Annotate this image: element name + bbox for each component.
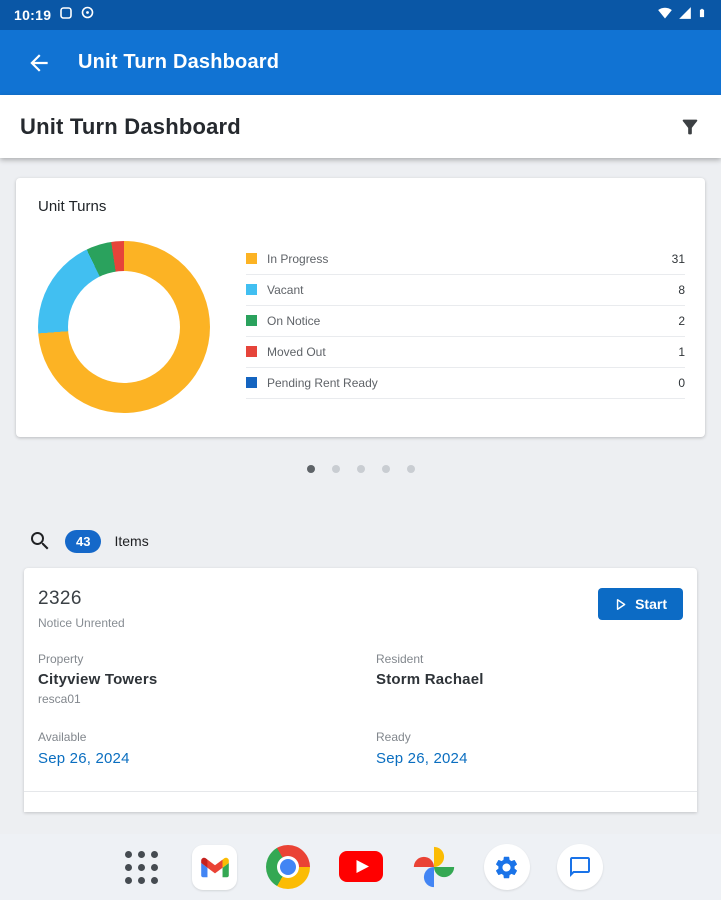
legend-value: 8: [678, 282, 685, 297]
property-field: Property Cityview Towers resca01: [38, 652, 376, 706]
dock: [0, 834, 721, 900]
carousel-dot[interactable]: [306, 465, 315, 473]
donut-chart-wrap: [38, 241, 210, 413]
unit-status: Notice Unrented: [38, 616, 125, 630]
available-date-link[interactable]: Sep 26, 2024: [38, 750, 376, 767]
carousel-dot[interactable]: [381, 465, 390, 473]
start-button[interactable]: Start: [598, 588, 683, 620]
messages-icon[interactable]: [556, 844, 603, 890]
back-arrow-icon[interactable]: [26, 50, 52, 76]
carousel-dots: [0, 465, 721, 473]
page-title: Unit Turn Dashboard: [20, 113, 241, 139]
app-bar: Unit Turn Dashboard: [0, 30, 721, 95]
items-count-badge: 43: [65, 529, 102, 553]
filter-icon[interactable]: [679, 116, 701, 138]
content-area: Unit Turns In Progress 31 Vacant 8 On Notice…: [0, 158, 721, 812]
status-bar: 10:19: [0, 0, 721, 30]
legend-label: Moved Out: [267, 344, 326, 359]
carousel-dot[interactable]: [406, 465, 415, 473]
signal-icon: [678, 6, 692, 25]
property-label: Property: [38, 652, 84, 666]
carousel-dot[interactable]: [356, 465, 365, 473]
legend-row: Moved Out 1: [246, 337, 685, 368]
page-header: Unit Turn Dashboard: [0, 95, 721, 158]
chrome-icon[interactable]: [265, 844, 311, 890]
notification-square-icon: [60, 6, 73, 24]
property-code: resca01: [38, 692, 81, 706]
property-value: Cityview Towers: [38, 671, 158, 688]
wifi-icon: [657, 6, 673, 25]
unit-turns-chart-card: Unit Turns In Progress 31 Vacant 8 On Notice…: [16, 178, 705, 437]
legend-label: Vacant: [267, 282, 304, 297]
legend-label: Pending Rent Ready: [267, 375, 378, 390]
legend-row: Vacant 8: [246, 275, 685, 306]
legend-swatch: [246, 346, 257, 357]
items-label: Items: [114, 533, 149, 549]
gmail-icon[interactable]: [192, 844, 238, 890]
legend-value: 31: [671, 251, 685, 266]
ready-field: Ready Sep 26, 2024: [376, 730, 683, 767]
legend-row: On Notice 2: [246, 306, 685, 337]
notification-circle-icon: [81, 6, 94, 24]
clock: 10:19: [14, 7, 52, 23]
search-icon[interactable]: [28, 529, 52, 553]
app-bar-title: Unit Turn Dashboard: [78, 51, 280, 73]
ready-label: Ready: [376, 730, 411, 744]
ready-date-link[interactable]: Sep 26, 2024: [376, 750, 683, 767]
resident-label: Resident: [376, 652, 424, 666]
legend-row: Pending Rent Ready 0: [246, 368, 685, 399]
legend-value: 1: [678, 344, 685, 359]
donut-hole: [68, 271, 180, 383]
legend-swatch: [246, 253, 257, 264]
legend-swatch: [246, 284, 257, 295]
carousel-dot[interactable]: [331, 465, 340, 473]
legend-value: 0: [678, 375, 685, 390]
resident-value: Storm Rachael: [376, 671, 484, 688]
apps-grid-icon[interactable]: [119, 844, 165, 890]
chart-legend: In Progress 31 Vacant 8 On Notice 2 Moved Out 1…: [246, 244, 685, 399]
legend-value: 2: [678, 313, 685, 328]
google-photos-icon[interactable]: [411, 844, 457, 890]
play-icon: [614, 598, 627, 611]
available-field: Available Sep 26, 2024: [38, 730, 376, 767]
legend-swatch: [246, 377, 257, 388]
battery-icon: [697, 5, 707, 26]
legend-label: In Progress: [267, 251, 329, 266]
unit-number: 2326: [38, 588, 82, 609]
legend-label: On Notice: [267, 313, 321, 328]
resident-field: Resident Storm Rachael: [376, 652, 683, 706]
legend-swatch: [246, 315, 257, 326]
unit-card: 2326 Notice Unrented Start Property City…: [24, 568, 697, 812]
youtube-icon[interactable]: [338, 844, 384, 890]
available-label: Available: [38, 730, 87, 744]
settings-icon[interactable]: [483, 844, 530, 890]
chart-title: Unit Turns: [38, 198, 107, 215]
card-divider: [24, 791, 697, 792]
legend-row: In Progress 31: [246, 244, 685, 275]
items-toolbar: 43 Items: [28, 529, 697, 553]
